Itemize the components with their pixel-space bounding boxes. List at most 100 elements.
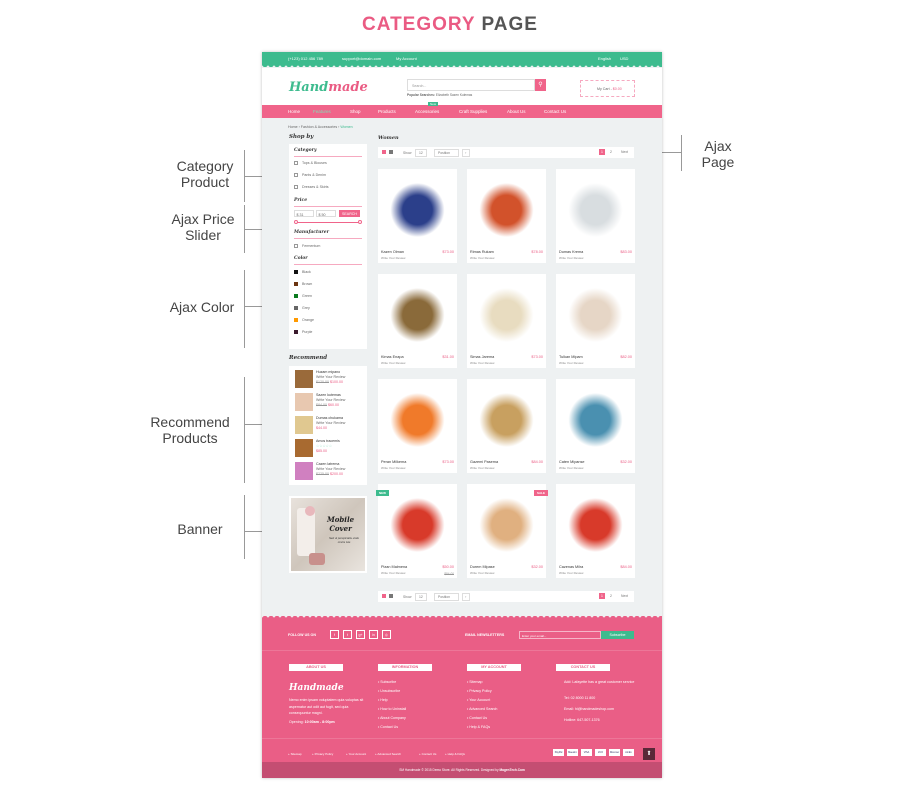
grid-view-icon[interactable] <box>382 594 386 598</box>
bottom-link[interactable]: + Contact Us <box>419 752 436 756</box>
product-name[interactable]: Kazen Olman <box>381 250 404 254</box>
manufacturer-fermentum[interactable]: Fermentum <box>302 244 320 248</box>
language-select[interactable]: English <box>598 56 611 61</box>
color-swatch[interactable] <box>294 330 298 334</box>
product-name[interactable]: Caten Mipanse <box>559 460 585 464</box>
color-option[interactable]: Brown <box>302 282 312 286</box>
product-name[interactable]: Durem Mipase <box>470 565 495 569</box>
logo[interactable]: Handmade <box>289 80 368 95</box>
recommend-image[interactable] <box>295 462 313 480</box>
product-name[interactable]: Dumas Krema <box>559 250 583 254</box>
color-option[interactable]: Green <box>302 294 312 298</box>
back-to-top-button[interactable]: ⬆ <box>643 748 655 760</box>
product-name[interactable]: Rimas Rukam <box>470 250 494 254</box>
sort-direction-button[interactable]: ↑ <box>462 149 470 157</box>
page-1[interactable]: 1 <box>599 593 605 599</box>
recommend-name[interactable]: Dumas chukama <box>316 416 343 420</box>
account-link[interactable]: • Help & FAQs <box>467 725 490 729</box>
info-link[interactable]: • How to Uninstall <box>378 707 406 711</box>
sort-select[interactable]: Position <box>434 593 460 601</box>
color-option[interactable]: Purple <box>302 330 312 334</box>
write-review-link[interactable]: Write Your Review <box>559 466 583 470</box>
info-link[interactable]: • Unsubscribe <box>378 689 400 693</box>
currency-select[interactable]: USD <box>620 56 628 61</box>
product-card[interactable]: Cazenas Milra Write Your Review $84.00 <box>556 484 635 578</box>
bottom-link[interactable]: + Your Account <box>346 752 366 756</box>
nav-contact[interactable]: Contact Us <box>544 109 566 114</box>
list-view-icon[interactable] <box>389 150 393 154</box>
product-image[interactable] <box>473 174 540 246</box>
product-image[interactable] <box>562 279 629 351</box>
product-card[interactable]: Simas Jarema Write Your Review $73.00 <box>467 274 546 368</box>
product-name[interactable]: Gazemi Pasema <box>470 460 498 464</box>
nav-features[interactable]: Features <box>313 109 331 114</box>
product-image[interactable] <box>384 489 451 561</box>
color-swatch[interactable] <box>294 282 298 286</box>
sort-direction-button[interactable]: ↑ <box>462 593 470 601</box>
color-option[interactable]: Black <box>302 270 311 274</box>
my-account-menu[interactable]: My Account <box>396 56 417 61</box>
linkedin-icon[interactable]: in <box>369 630 378 639</box>
write-review-link[interactable]: Write Your Review <box>381 256 405 260</box>
account-link[interactable]: • Privacy Policy <box>467 689 492 693</box>
category-tops[interactable]: Tops & Blouses <box>302 161 327 165</box>
show-select[interactable]: 12 <box>415 149 427 157</box>
product-image[interactable] <box>473 489 540 561</box>
list-view-icon[interactable] <box>389 594 393 598</box>
color-swatch[interactable] <box>294 270 298 274</box>
recommend-name[interactable]: Sazen kutemas <box>316 393 341 397</box>
write-review-link[interactable]: Write Your Review <box>381 466 405 470</box>
nav-home[interactable]: Home <box>288 109 300 114</box>
nav-products[interactable]: Products <box>378 109 396 114</box>
product-name[interactable]: Kimas Enapa <box>381 355 404 359</box>
product-card[interactable]: Rimas Rukam Write Your Review $78.00 <box>467 169 546 263</box>
nav-accessories[interactable]: Accessories <box>415 109 439 114</box>
grid-view-icon[interactable] <box>382 150 386 154</box>
color-swatch[interactable] <box>294 306 298 310</box>
write-review-link[interactable]: Write Your Review <box>381 571 405 575</box>
product-card[interactable]: SALE Durem Mipase Write Your Review $32.00 <box>467 484 548 578</box>
facebook-icon[interactable]: f <box>330 630 339 639</box>
recommend-image[interactable] <box>295 416 313 434</box>
page-1[interactable]: 1 <box>599 149 605 155</box>
nav-shop[interactable]: Shop <box>350 109 361 114</box>
nav-craft-supplies[interactable]: Craft Supplies <box>459 109 487 114</box>
recommend-image[interactable] <box>295 393 313 411</box>
sort-select[interactable]: Position <box>434 149 460 157</box>
write-review-link[interactable]: Write Your Review <box>470 571 494 575</box>
account-link[interactable]: • Sitemap <box>467 680 482 684</box>
product-image[interactable] <box>562 174 629 246</box>
product-name[interactable]: Peran Milkema <box>381 460 406 464</box>
color-swatch[interactable] <box>294 294 298 298</box>
subscribe-button[interactable]: Subscribe <box>601 631 634 639</box>
bottom-link[interactable]: + Privacy Policy <box>312 752 333 756</box>
next-page[interactable]: Next <box>621 150 628 154</box>
product-image[interactable] <box>473 279 540 351</box>
write-review-link[interactable]: Write Your Review <box>470 256 494 260</box>
write-review-link[interactable]: Write Your Review <box>559 256 583 260</box>
color-swatch[interactable] <box>294 318 298 322</box>
color-option[interactable]: Grey <box>302 306 310 310</box>
account-link[interactable]: • Advanced Search <box>467 707 497 711</box>
product-card[interactable]: Kazen Olman Write Your Review $73.00 <box>378 169 457 263</box>
search-input[interactable]: Search... <box>407 79 535 91</box>
search-icon[interactable]: ⚲ <box>535 79 546 91</box>
pinterest-icon[interactable]: ◎ <box>382 630 391 639</box>
write-review-link[interactable]: Write Your Review <box>559 361 583 365</box>
price-search-button[interactable]: SEARCH <box>339 210 360 217</box>
write-review-link[interactable]: Write Your Review <box>381 361 405 365</box>
category-pants[interactable]: Pants & Denim <box>302 173 326 177</box>
product-name[interactable]: Pizan Malmena <box>381 565 407 569</box>
page-2[interactable]: 2 <box>610 150 612 154</box>
slider-handle-max[interactable] <box>358 220 362 224</box>
email-link[interactable]: support@domain.com <box>342 56 381 61</box>
product-card[interactable]: NEW Pizan Malmena Write Your Review $50.00 $… <box>376 484 457 578</box>
info-link[interactable]: • Contact Us <box>378 725 398 729</box>
account-link[interactable]: • Your Account <box>467 698 490 702</box>
write-review-link[interactable]: Write Your Review <box>559 571 583 575</box>
product-image[interactable] <box>562 384 629 456</box>
bottom-link[interactable]: + Advanced Search <box>375 752 401 756</box>
write-review-link[interactable]: Write Your Review <box>470 361 494 365</box>
twitter-icon[interactable]: t <box>343 630 352 639</box>
product-card[interactable]: Caten Mipanse Write Your Review $32.00 <box>556 379 635 473</box>
